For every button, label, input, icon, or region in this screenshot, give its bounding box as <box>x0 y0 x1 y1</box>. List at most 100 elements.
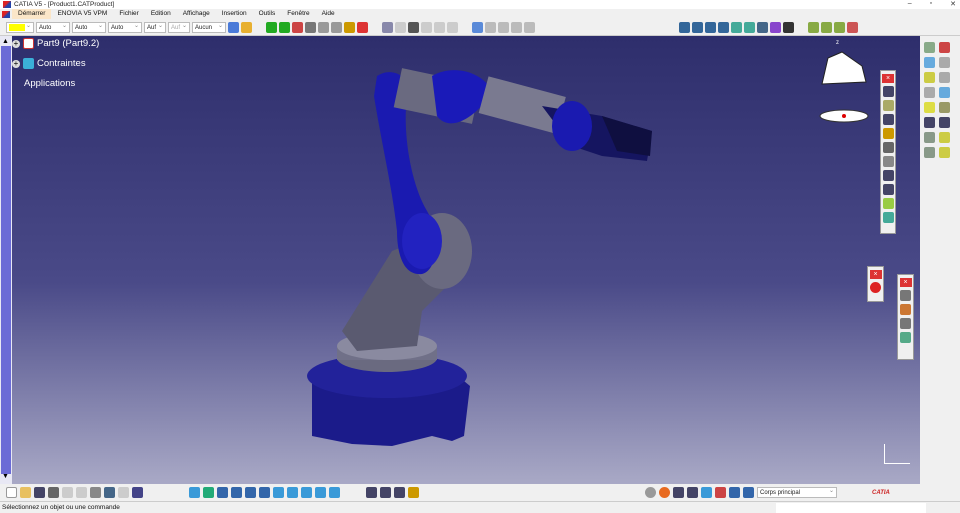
tool-icon[interactable] <box>380 487 391 498</box>
tool-icon[interactable] <box>882 86 894 97</box>
tree-node-contraintes[interactable]: + Contraintes <box>12 58 86 69</box>
print-icon[interactable] <box>48 487 59 498</box>
tool-icon[interactable] <box>939 42 950 53</box>
paint-brush-icon[interactable] <box>228 21 239 33</box>
line-type-select[interactable]: Auto <box>108 21 142 33</box>
transparency-select[interactable]: Auto <box>36 21 70 33</box>
menu-enovia[interactable]: ENOVIA V5 VPM <box>51 9 113 19</box>
menu-edition[interactable]: Edition <box>145 9 177 19</box>
tool-icon[interactable] <box>924 72 935 83</box>
curve-icon[interactable] <box>679 21 690 33</box>
move-icon[interactable] <box>266 21 277 33</box>
stack-icon[interactable] <box>729 487 740 498</box>
render-style-select[interactable]: Aucun <box>192 21 226 33</box>
scroll-up-icon[interactable]: ▲ <box>2 38 9 45</box>
tool-icon[interactable] <box>939 117 950 128</box>
robot-arm-model[interactable] <box>12 36 920 484</box>
tool-icon[interactable] <box>900 332 911 343</box>
kinematics-icon-3[interactable] <box>834 21 845 33</box>
tool-icon[interactable] <box>394 487 405 498</box>
analysis-icon[interactable] <box>757 21 768 33</box>
tool-icon[interactable] <box>882 156 894 167</box>
menu-insertion[interactable]: Insertion <box>216 9 253 19</box>
tool-icon[interactable] <box>924 42 935 53</box>
snap-icon[interactable] <box>279 21 290 33</box>
cancel-icon[interactable] <box>870 282 881 293</box>
zoom-out-icon[interactable] <box>259 487 270 498</box>
hide-show-icon[interactable] <box>315 487 326 498</box>
views-icon[interactable] <box>287 487 298 498</box>
scroll-down-icon[interactable]: ▼ <box>2 473 9 480</box>
maximize-button[interactable]: ▫ <box>930 0 932 8</box>
tool-icon-6[interactable] <box>498 21 509 33</box>
tool-icon[interactable] <box>924 117 935 128</box>
paste-icon[interactable] <box>90 487 101 498</box>
body-icon[interactable] <box>701 487 712 498</box>
tool-icon[interactable] <box>882 198 894 209</box>
rotate-icon[interactable] <box>231 487 242 498</box>
tool-icon-2[interactable] <box>421 21 432 33</box>
tool-icon-4[interactable] <box>447 21 458 33</box>
measure-icon[interactable] <box>331 21 342 33</box>
catalog-icon[interactable] <box>382 21 393 33</box>
minimize-button[interactable]: – <box>908 0 912 8</box>
tool-icon-7[interactable] <box>511 21 522 33</box>
tool-icon[interactable] <box>939 72 950 83</box>
color-select[interactable] <box>6 21 34 33</box>
tool-icon[interactable] <box>882 142 894 153</box>
tool-icon-5[interactable] <box>485 21 496 33</box>
expand-icon[interactable]: + <box>12 59 20 68</box>
surface-icon[interactable] <box>705 21 716 33</box>
tool-icon[interactable] <box>924 57 935 68</box>
update-icon[interactable] <box>645 487 656 498</box>
app-menu-icon[interactable] <box>2 10 10 18</box>
tool-icon[interactable] <box>924 132 935 143</box>
formula-icon[interactable] <box>408 21 419 33</box>
tool-icon[interactable] <box>939 87 950 98</box>
normal-view-icon[interactable] <box>273 487 284 498</box>
cut-icon[interactable] <box>62 487 73 498</box>
copy-properties-icon[interactable] <box>241 21 252 33</box>
menu-fichier[interactable]: Fichier <box>113 9 145 19</box>
simulation-icon[interactable] <box>847 21 858 33</box>
menu-demarrer[interactable]: Démarrer <box>12 9 52 19</box>
tree-scrollbar[interactable]: ▲ ▼ <box>0 36 12 484</box>
clash-icon[interactable] <box>318 21 329 33</box>
new-icon[interactable] <box>6 487 17 498</box>
constraint-icon[interactable] <box>344 21 355 33</box>
menu-affichage[interactable]: Affichage <box>177 9 216 19</box>
plane-icon[interactable] <box>715 487 726 498</box>
tool-icon-8[interactable] <box>524 21 535 33</box>
tool-icon[interactable] <box>924 87 935 98</box>
kinematics-icon[interactable] <box>808 21 819 33</box>
fly-mode-icon[interactable] <box>189 487 200 498</box>
kinematics-icon-2[interactable] <box>821 21 832 33</box>
tool-icon[interactable] <box>924 147 935 158</box>
line-thickness-select[interactable]: Auto <box>72 21 106 33</box>
body-select[interactable]: Corps principal <box>757 486 837 498</box>
save-icon[interactable] <box>34 487 45 498</box>
scrollbar-thumb[interactable] <box>1 46 11 474</box>
tool-icon[interactable] <box>939 147 950 158</box>
point-type-select[interactable]: Auf <box>144 21 166 33</box>
tool-icon[interactable] <box>882 114 894 125</box>
tool-icon[interactable] <box>900 304 911 315</box>
expand-icon[interactable]: + <box>12 39 20 48</box>
menu-aide[interactable]: Aide <box>316 9 341 19</box>
tool-icon[interactable] <box>882 170 894 181</box>
surface-icon[interactable] <box>743 487 754 498</box>
close-icon[interactable]: × <box>899 278 912 287</box>
undo-icon[interactable] <box>104 487 115 498</box>
menu-outils[interactable]: Outils <box>253 9 282 19</box>
copy-icon[interactable] <box>76 487 87 498</box>
cube-icon[interactable] <box>770 21 781 33</box>
tool-icon-3[interactable] <box>434 21 445 33</box>
3d-viewport[interactable]: z <box>12 36 920 484</box>
tool-icon[interactable] <box>900 290 911 301</box>
tool-icon[interactable] <box>882 128 894 139</box>
open-icon[interactable] <box>20 487 31 498</box>
tool-icon[interactable] <box>924 102 935 113</box>
wizard-icon[interactable] <box>783 21 794 33</box>
close-icon[interactable]: × <box>882 74 894 83</box>
zoom-in-icon[interactable] <box>245 487 256 498</box>
